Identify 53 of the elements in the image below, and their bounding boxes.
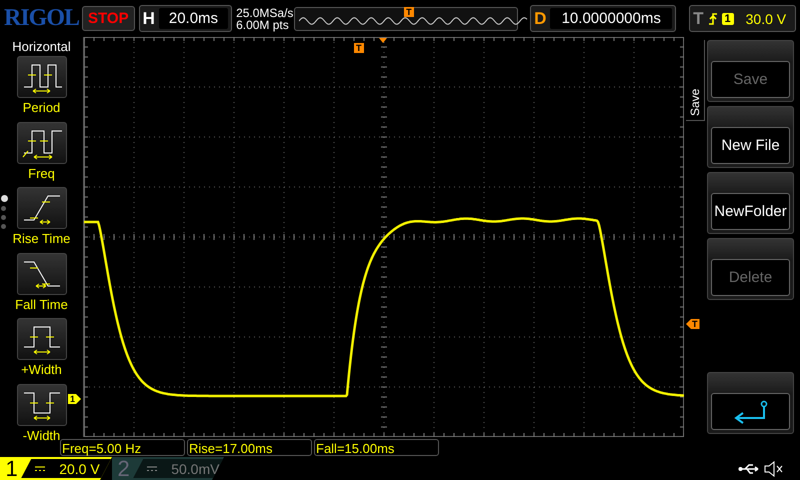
- menu-title: Save: [688, 88, 702, 118]
- trigger-offset-marker: [379, 38, 387, 43]
- channel-badge[interactable]: 1 20.0 V: [0, 457, 112, 480]
- rising-edge-icon: [708, 12, 718, 26]
- speaker-muted-icon: [764, 460, 784, 476]
- timebase-value: 20.0ms: [158, 8, 228, 29]
- page-indicator-dot[interactable]: [1, 215, 6, 220]
- page-indicator-dot[interactable]: [1, 206, 6, 211]
- trigger-source: 1: [722, 12, 734, 24]
- measurement-readout: Fall=15.00ms: [314, 438, 439, 456]
- pulse-icon: [16, 318, 66, 360]
- menu-button[interactable]: New File: [707, 106, 794, 168]
- measure-button[interactable]: Fall Time: [0, 252, 84, 317]
- delay-box[interactable]: D 10.0000000ms: [530, 5, 676, 32]
- trigger-box[interactable]: T 1 30.0 V: [689, 5, 796, 32]
- memory-depth: 6.00M pts: [236, 18, 290, 30]
- brand-logo: RIGOL: [4, 5, 78, 32]
- measure-button[interactable]: +Width: [0, 318, 84, 382]
- delay-value: 10.0000000ms: [550, 8, 672, 29]
- trigger-level: 30.0 V: [746, 10, 786, 26]
- usb-icon: [738, 462, 760, 474]
- run-stop-button[interactable]: STOP: [82, 6, 135, 31]
- back-button[interactable]: [707, 372, 794, 434]
- square-wave-icon: [16, 122, 66, 164]
- menu-title: Horizontal: [11, 38, 72, 54]
- dc-coupling-icon: [35, 466, 46, 472]
- page-indicator-dot[interactable]: [1, 224, 6, 229]
- rising-edge-icon: [16, 187, 66, 229]
- channel-number: 1: [4, 456, 19, 480]
- channel-scale: 20.0 V: [59, 460, 100, 476]
- timebase-label: H: [142, 8, 155, 28]
- negative-pulse-icon: [16, 384, 66, 426]
- falling-edge-icon: [16, 252, 66, 294]
- dc-coupling-icon: [147, 466, 158, 472]
- page-indicator-dot[interactable]: [1, 195, 8, 202]
- timebase-box[interactable]: H 20.0ms: [138, 5, 232, 32]
- measurement-readout: Rise=17.00ms: [187, 438, 312, 456]
- trigger-position-marker: T: [404, 6, 414, 16]
- delay-label: D: [534, 8, 546, 28]
- channel-marker: 1: [68, 394, 82, 404]
- measurement-readout: Freq=5.00 Hz: [60, 438, 185, 456]
- channel-number: 2: [117, 456, 131, 480]
- channel-badge[interactable]: 2 50.0mV: [112, 457, 224, 480]
- sample-rate: 25.0MSa/s: [236, 6, 290, 18]
- measure-button[interactable]: Period: [0, 56, 84, 120]
- measure-button[interactable]: Rise Time: [0, 187, 84, 252]
- trigger-position-marker: T: [354, 43, 364, 53]
- trigger-label: T: [693, 8, 704, 28]
- square-wave-icon: [16, 56, 66, 98]
- menu-button[interactable]: NewFolder: [707, 172, 794, 234]
- trigger-level-marker: T: [686, 319, 700, 329]
- channel-scale: 50.0mV: [171, 460, 220, 476]
- measure-button[interactable]: Freq: [0, 122, 84, 186]
